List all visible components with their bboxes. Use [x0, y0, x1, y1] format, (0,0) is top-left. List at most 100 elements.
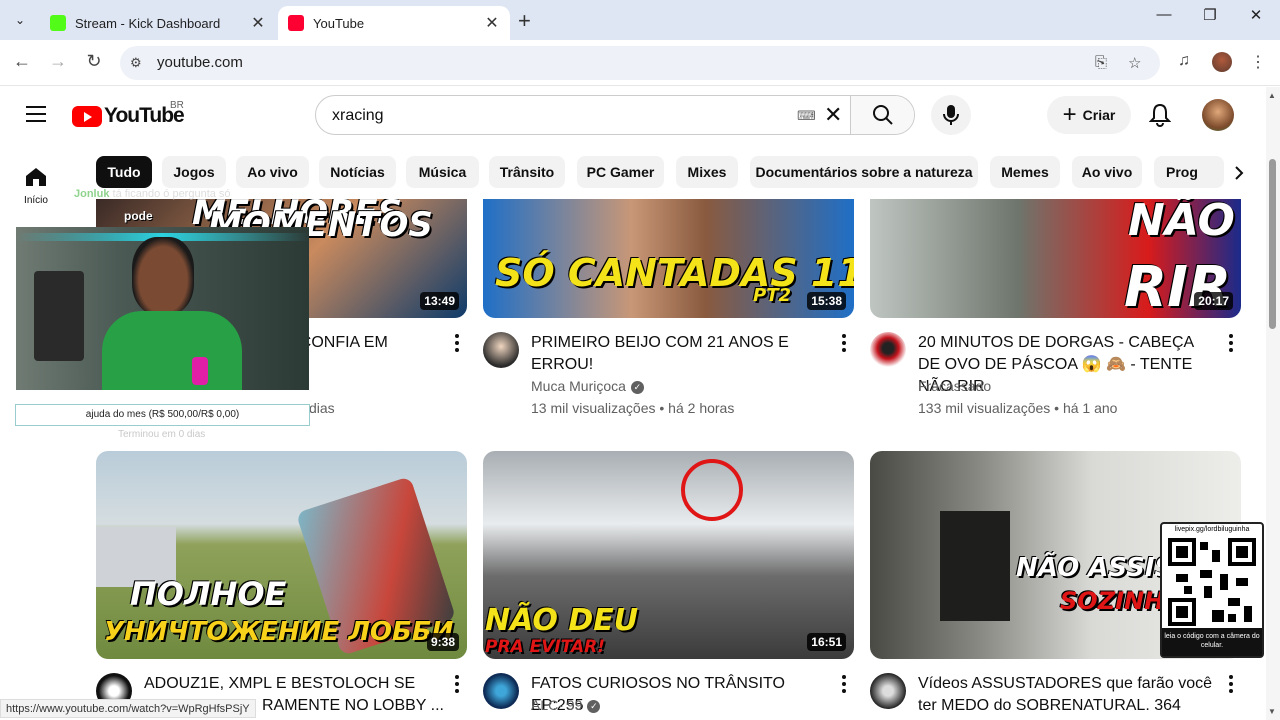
- browser-profile-avatar[interactable]: [1212, 52, 1232, 72]
- chip-memes[interactable]: Memes: [990, 156, 1060, 188]
- chip-documentarios[interactable]: Documentários sobre a natureza: [750, 156, 978, 188]
- video-thumbnail[interactable]: NÃO RIR 20:17: [870, 199, 1241, 318]
- scrollbar-thumb[interactable]: [1269, 159, 1276, 329]
- kick-favicon-icon: [50, 15, 66, 31]
- chip-tudo[interactable]: Tudo: [96, 156, 152, 188]
- close-tab-icon[interactable]: ✕: [250, 13, 266, 33]
- more-options-icon[interactable]: [838, 334, 850, 355]
- channel-avatar[interactable]: [870, 673, 906, 709]
- video-stats: dias: [309, 400, 335, 416]
- more-options-icon[interactable]: [1225, 334, 1237, 355]
- chat-overlay: Jonluk tá ficando ó pergunta só: [74, 188, 231, 200]
- restore-icon[interactable]: ❐: [1187, 6, 1233, 24]
- tab-youtube[interactable]: YouTube ✕: [278, 6, 510, 40]
- verified-icon: ✓: [587, 699, 601, 713]
- webcam-overlay: [16, 227, 309, 390]
- filter-chip-bar: Tudo Jogos Ao vivo Notícias Música Trâns…: [96, 143, 1256, 199]
- microphone-icon: [943, 105, 959, 125]
- tab-search-icon[interactable]: ⌄: [8, 8, 32, 32]
- dark-doorway: [940, 511, 1010, 621]
- back-icon[interactable]: ←: [10, 51, 34, 72]
- video-duration: 16:51: [807, 633, 846, 651]
- close-window-icon[interactable]: ✕: [1233, 6, 1279, 24]
- browser-tab-bar: ⌄ Stream - Kick Dashboard ✕ YouTube ✕ + …: [0, 0, 1280, 40]
- more-options-icon[interactable]: [451, 334, 463, 355]
- video-duration: 20:17: [1194, 292, 1233, 310]
- url-text: youtube.com: [157, 54, 243, 71]
- minimize-icon[interactable]: —: [1141, 6, 1187, 23]
- close-tab-icon[interactable]: ✕: [484, 13, 500, 33]
- chip-musica[interactable]: Música: [406, 156, 479, 188]
- plus-icon: +: [1062, 101, 1077, 128]
- video-duration: 13:49: [420, 292, 459, 310]
- menu-icon[interactable]: [26, 106, 46, 127]
- tab-title: Stream - Kick Dashboard: [75, 15, 221, 31]
- link-status-bar: https://www.youtube.com/watch?v=WpRgHfsP…: [0, 699, 256, 718]
- search-icon: [872, 105, 893, 125]
- address-bar[interactable]: ⚙ youtube.com ⎘ ☆: [120, 46, 1160, 80]
- more-options-icon[interactable]: [838, 675, 850, 696]
- livepix-qr-panel: livepix.gg/lordbiluguinha leia o código …: [1160, 522, 1264, 658]
- channel-name[interactable]: Fracassado: [918, 378, 991, 394]
- forward-icon[interactable]: →: [46, 51, 70, 72]
- chip-mixes[interactable]: Mixes: [676, 156, 738, 188]
- qr-code-icon: [1168, 538, 1256, 626]
- chip-noticias[interactable]: Notícias: [319, 156, 396, 188]
- sidebar-item-home-label[interactable]: Início: [0, 195, 72, 206]
- voice-search-button[interactable]: [931, 95, 971, 135]
- channel-name[interactable]: ALC- 99 ✓: [531, 697, 601, 713]
- chip-transito[interactable]: Trânsito: [489, 156, 565, 188]
- goal-faded-text: Terminou em 0 dias: [118, 429, 206, 440]
- video-title[interactable]: PRIMEIRO BEIJO COM 21 ANOS E ERROU!: [531, 332, 831, 376]
- video-thumbnail[interactable]: ПОЛНОЕ УНИЧТОЖЕНИЕ ЛОББИ 9:38: [96, 451, 467, 659]
- tab-title: YouTube: [313, 15, 365, 31]
- channel-avatar[interactable]: [483, 673, 519, 709]
- site-settings-icon[interactable]: ⚙: [130, 55, 142, 71]
- video-thumbnail[interactable]: NÃO DEU PRA EVITAR! 16:51: [483, 451, 854, 659]
- home-icon[interactable]: [24, 165, 48, 194]
- account-avatar[interactable]: [1202, 99, 1234, 131]
- video-thumbnail[interactable]: SÓ CANTADAS 116 PT2 15:38: [483, 199, 854, 318]
- region-code: BR: [170, 100, 184, 111]
- youtube-header: YouTube BR xracing ⌨ ✕ + Criar: [0, 87, 1266, 143]
- chevron-right-icon[interactable]: [1224, 158, 1254, 188]
- youtube-logo[interactable]: YouTube BR: [72, 100, 185, 128]
- search-box[interactable]: xracing ⌨ ✕: [315, 95, 915, 135]
- clear-search-icon[interactable]: ✕: [824, 102, 842, 128]
- tab-kick-dashboard[interactable]: Stream - Kick Dashboard ✕: [40, 6, 276, 40]
- browser-menu-icon[interactable]: ⋮: [1250, 52, 1266, 72]
- chip-pc-gamer[interactable]: PC Gamer: [577, 156, 664, 188]
- new-tab-icon[interactable]: +: [518, 8, 531, 34]
- notifications-bell-icon[interactable]: [1148, 103, 1172, 132]
- channel-avatar[interactable]: [870, 332, 906, 368]
- scroll-up-icon[interactable]: ▲: [1268, 91, 1276, 100]
- browser-toolbar: ← → ↻ ⚙ youtube.com ⎘ ☆ ♫ ⋮: [0, 40, 1280, 86]
- scroll-down-icon[interactable]: ▼: [1268, 707, 1276, 716]
- video-duration: 9:38: [426, 633, 459, 651]
- highlight-circle: [681, 459, 743, 521]
- youtube-favicon-icon: [288, 15, 304, 31]
- media-controls-icon[interactable]: ♫: [1178, 52, 1190, 70]
- search-button[interactable]: [850, 96, 914, 134]
- bookmark-star-icon[interactable]: ☆: [1128, 54, 1141, 72]
- video-duration: 15:38: [807, 292, 846, 310]
- video-stats: 13 mil visualizações • há 2 horas: [531, 400, 735, 416]
- more-options-icon[interactable]: [1225, 675, 1237, 696]
- search-input[interactable]: xracing: [332, 107, 384, 125]
- channel-name[interactable]: Muca Muriçoca ✓: [531, 378, 644, 394]
- channel-avatar[interactable]: [483, 332, 519, 368]
- chip-ao-vivo-2[interactable]: Ao vivo: [1072, 156, 1142, 188]
- more-options-icon[interactable]: [451, 675, 463, 696]
- qr-link-text: livepix.gg/lordbiluguinha: [1174, 526, 1250, 533]
- install-app-icon[interactable]: ⎘: [1095, 54, 1107, 71]
- keyboard-icon[interactable]: ⌨: [797, 108, 816, 124]
- donation-goal-bar: ajuda do mes (R$ 500,00/R$ 0,00): [15, 404, 310, 426]
- chip-jogos[interactable]: Jogos: [162, 156, 226, 188]
- video-title[interactable]: Vídeos ASSUSTADORES que farão você ter M…: [918, 673, 1218, 717]
- chip-prog[interactable]: Prog: [1154, 156, 1224, 188]
- reload-icon[interactable]: ↻: [82, 51, 106, 72]
- verified-icon: ✓: [630, 380, 644, 394]
- chip-ao-vivo[interactable]: Ao vivo: [236, 156, 309, 188]
- page-scrollbar[interactable]: ▲ ▼: [1266, 87, 1280, 720]
- create-button[interactable]: + Criar: [1047, 96, 1131, 134]
